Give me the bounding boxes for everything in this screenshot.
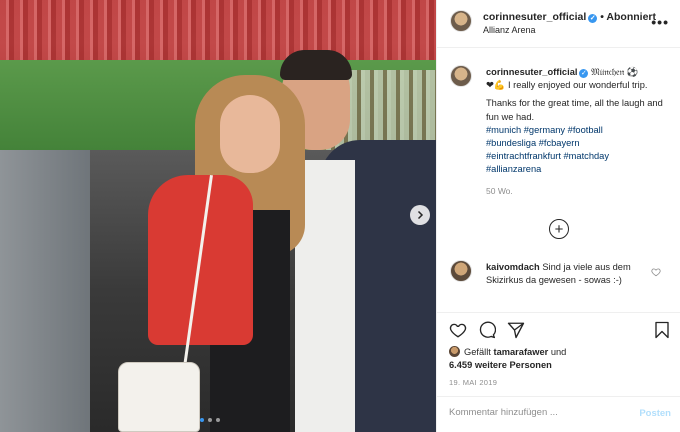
caption-username[interactable]: corinnesuter_official xyxy=(486,67,577,77)
handbag xyxy=(118,362,200,432)
comment-composer: Posten xyxy=(437,396,680,432)
hashtag-link[interactable]: #munich #germany #football xyxy=(486,125,603,135)
caption-line-2: Thanks for the great time, all the laugh… xyxy=(486,98,663,122)
location-link[interactable]: Allianz Arena xyxy=(483,25,536,35)
paper-plane-icon[interactable] xyxy=(507,321,525,339)
post-header: corinnesuter_official ✓ • Abonniert Allia… xyxy=(437,0,680,48)
carousel-dot xyxy=(216,418,220,422)
hashtag-link[interactable]: #allianzarena xyxy=(486,164,541,174)
avatar xyxy=(449,346,460,357)
carousel-dots xyxy=(200,418,220,422)
caption-location-tag: 𝔐𝔲̈𝔫𝔠𝔥𝔢𝔫 ⚽ xyxy=(591,67,639,77)
liker-username[interactable]: tamarafawer xyxy=(493,347,548,357)
heart-icon[interactable] xyxy=(449,321,467,339)
avatar[interactable] xyxy=(450,65,472,87)
plus-circle-icon[interactable]: + xyxy=(549,219,569,239)
avatar[interactable] xyxy=(450,10,472,32)
foreground-person xyxy=(0,150,90,432)
caption-line-1: ❤💪 I really enjoyed our wonderful trip. xyxy=(486,80,648,91)
man-hair xyxy=(280,50,352,80)
username-link[interactable]: corinnesuter_official xyxy=(483,11,586,23)
header-user-row: corinnesuter_official ✓ • Abonniert xyxy=(483,11,656,23)
likes-prefix: Gefällt xyxy=(464,347,491,357)
comment-username[interactable]: kaivomdach xyxy=(486,262,540,272)
likes-count-link[interactable]: 6.459 weitere Personen xyxy=(449,360,552,370)
comment-bubble-icon[interactable] xyxy=(478,321,496,339)
hashtag-link[interactable]: #bundesliga #fcbayern xyxy=(486,138,580,148)
hashtag-link[interactable]: #eintrachtfrankfurt #matchday xyxy=(486,151,609,161)
chevron-right-icon[interactable] xyxy=(410,205,430,225)
heart-icon[interactable] xyxy=(651,267,661,277)
verified-badge-icon: ✓ xyxy=(588,14,598,23)
post-sidebar: corinnesuter_official ✓ • Abonniert Allia… xyxy=(436,0,680,432)
action-bar xyxy=(437,312,680,342)
avatar[interactable] xyxy=(450,260,472,282)
hashtag-list: #munich #germany #football #bundesliga #… xyxy=(486,124,674,177)
verified-badge-icon: ✓ xyxy=(579,69,589,78)
caption-first-line: corinnesuter_official ✓ 𝔐𝔲̈𝔫𝔠𝔥𝔢𝔫 ⚽ xyxy=(486,66,674,79)
bookmark-icon[interactable] xyxy=(654,321,670,339)
stadium-crowd xyxy=(0,0,436,60)
likes-connector: und xyxy=(550,347,567,357)
post-age: 50 Wo. xyxy=(486,185,513,196)
more-options-icon[interactable]: ••• xyxy=(651,14,669,30)
comment-item: kaivomdach Sind ja viele aus dem Skizirk… xyxy=(437,258,680,302)
post-button[interactable]: Posten xyxy=(639,408,671,419)
carousel-dot xyxy=(208,418,212,422)
comment-text: kaivomdach Sind ja viele aus dem Skizirk… xyxy=(486,261,651,287)
carousel-dot-active xyxy=(200,418,204,422)
likes-summary: Gefällt tamarafawer und 6.459 weitere Pe… xyxy=(449,346,674,371)
comment-input[interactable] xyxy=(449,407,619,418)
woman-face xyxy=(220,95,280,173)
caption-body: corinnesuter_official ✓ 𝔐𝔲̈𝔫𝔠𝔥𝔢𝔫 ⚽ ❤💪 I r… xyxy=(486,66,674,198)
post-date: 19. MAI 2019 xyxy=(449,378,498,387)
follow-button[interactable]: Abonniert xyxy=(606,11,656,23)
post-photo[interactable] xyxy=(0,0,436,432)
